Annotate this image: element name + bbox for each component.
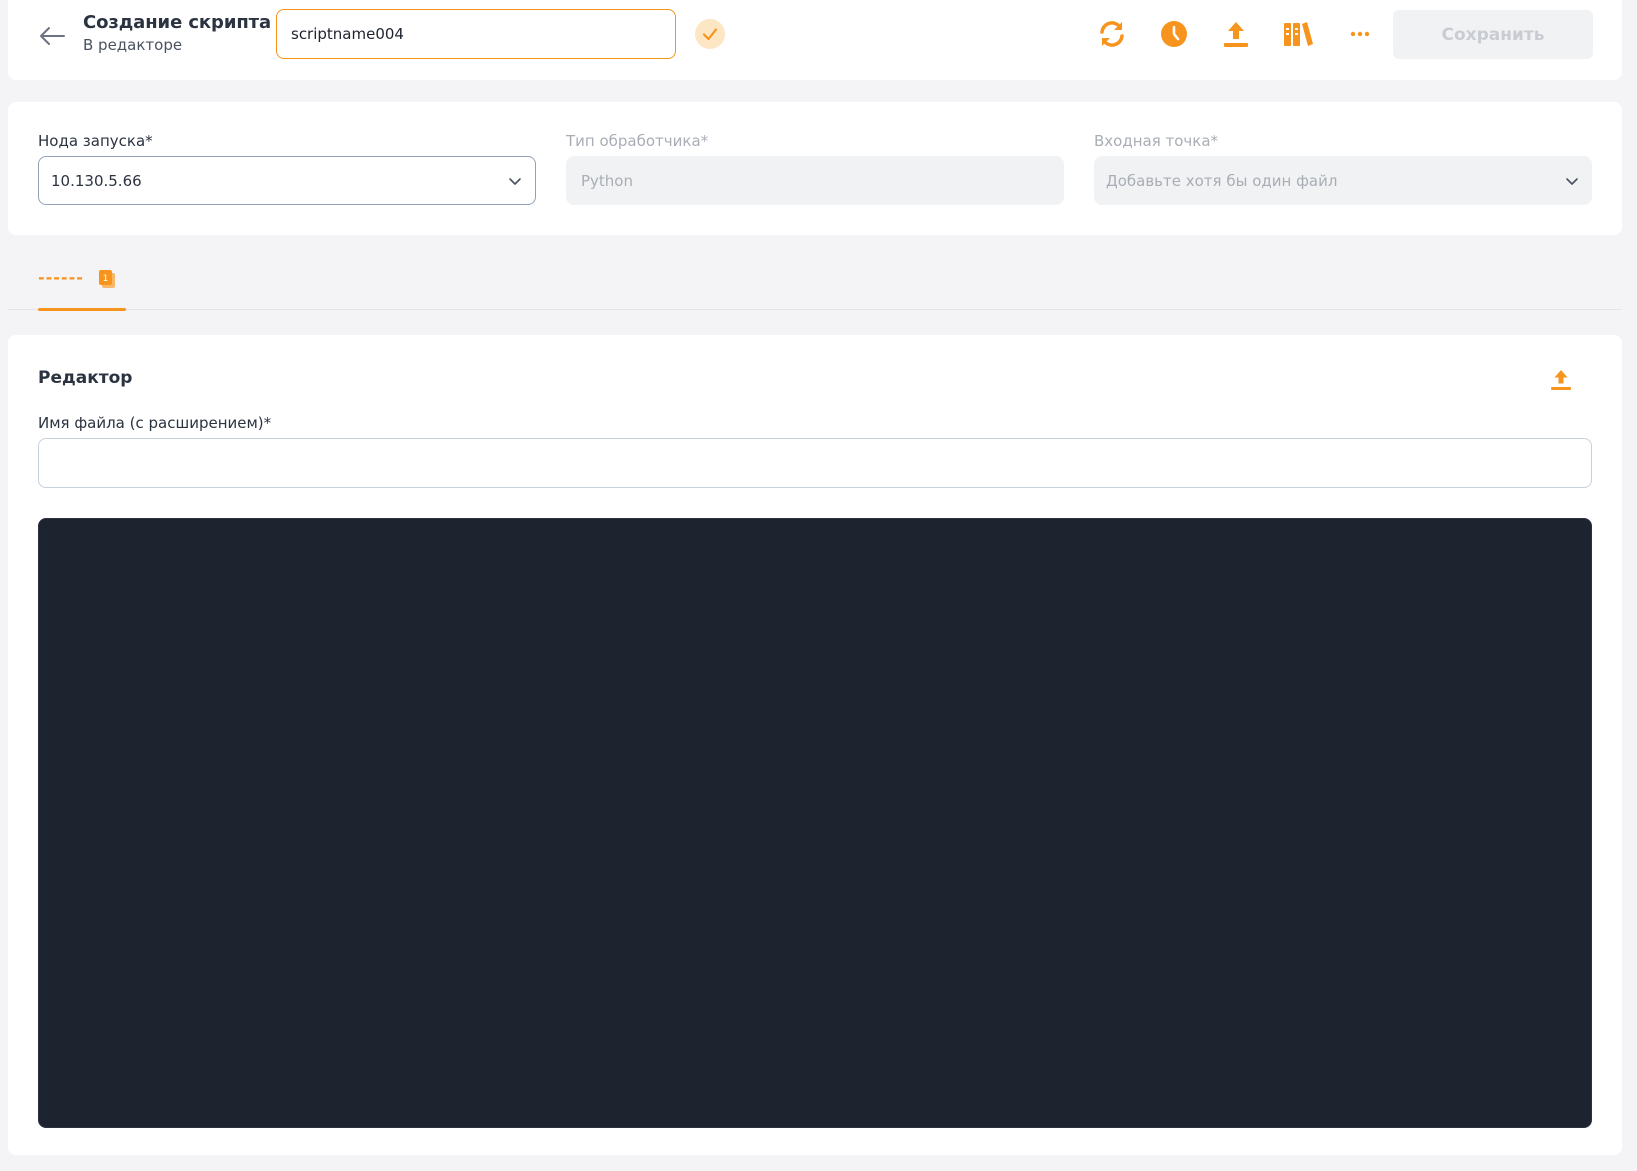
more-icon: [1350, 31, 1370, 37]
node-value: 10.130.5.66: [51, 171, 142, 190]
clock-icon: [1161, 21, 1187, 47]
node-select[interactable]: 10.130.5.66: [38, 156, 536, 205]
arrow-left-icon: [40, 27, 65, 45]
entry-point-label: Входная точка*: [1094, 132, 1219, 150]
library-button[interactable]: [1281, 17, 1315, 51]
file-tabs: ------ 1: [8, 250, 1622, 311]
filename-input[interactable]: [38, 438, 1592, 488]
node-label: Нода запуска*: [38, 132, 153, 150]
handler-select: Python: [566, 156, 1064, 205]
page-subtitle: В редакторе: [83, 36, 183, 54]
editor-title: Редактор: [38, 368, 133, 388]
page-title: Создание скрипта: [83, 12, 272, 33]
upload-file-button[interactable]: [1546, 365, 1576, 395]
upload-button[interactable]: [1219, 17, 1253, 51]
more-button[interactable]: [1343, 17, 1377, 51]
tab-file-label: ------: [38, 268, 84, 287]
entry-point-field: Входная точка* Добавьте хотя бы один фай…: [1094, 132, 1592, 205]
handler-field: Тип обработчика* Python: [566, 132, 1064, 205]
upload-icon: [1551, 370, 1571, 390]
editor-panel: Редактор Имя файла (с расширением)*: [8, 335, 1622, 1155]
refresh-icon: [1100, 21, 1124, 47]
node-field: Нода запуска* 10.130.5.66: [38, 132, 536, 205]
entry-point-select[interactable]: Добавьте хотя бы один файл: [1094, 156, 1592, 205]
check-icon: [702, 28, 718, 41]
history-button[interactable]: [1157, 17, 1191, 51]
back-button[interactable]: [36, 22, 68, 50]
tab-file[interactable]: ------ 1: [38, 250, 126, 311]
chevron-down-icon: [1566, 177, 1578, 185]
file-badge-icon: 1: [99, 270, 115, 288]
script-settings-panel: Нода запуска* 10.130.5.66 Тип обработчик…: [8, 102, 1622, 235]
entry-point-placeholder: Добавьте хотя бы один файл: [1106, 171, 1338, 190]
handler-value: Python: [581, 171, 633, 190]
tab-badge-count: 1: [103, 274, 109, 284]
code-editor[interactable]: [38, 518, 1592, 1128]
handler-label: Тип обработчика*: [566, 132, 709, 150]
active-tab-indicator: [38, 308, 126, 311]
save-button[interactable]: Сохранить: [1393, 10, 1593, 59]
upload-icon: [1224, 22, 1248, 47]
page-title-block: Создание скрипта В редакторе: [83, 12, 271, 54]
confirm-name-button[interactable]: [695, 19, 725, 49]
refresh-button[interactable]: [1095, 17, 1129, 51]
header-bar: Создание скрипта В редакторе scriptname0…: [8, 0, 1622, 80]
script-name-input[interactable]: [276, 9, 676, 59]
chevron-down-icon: [509, 177, 521, 185]
filename-label: Имя файла (с расширением)*: [38, 414, 272, 432]
library-icon: [1284, 22, 1313, 46]
